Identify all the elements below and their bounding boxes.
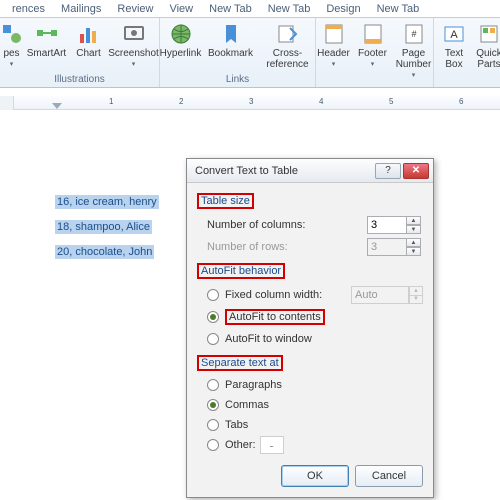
header-button[interactable]: Header▾ — [315, 20, 353, 70]
ribbon-tabs: rences Mailings Review View New Tab New … — [0, 0, 500, 18]
other-label: Other: — [225, 439, 256, 451]
num-rows-input — [367, 238, 407, 256]
autofit-contents-label: AutoFit to contents — [225, 309, 325, 325]
convert-text-to-table-dialog: Convert Text to Table ? ✕ Table size Num… — [186, 158, 434, 498]
section-separate: Separate text at — [197, 355, 283, 371]
tab-newtab-3[interactable]: New Tab — [369, 1, 428, 17]
selected-line: 20, chocolate, John — [55, 245, 154, 259]
svg-text:A: A — [450, 29, 458, 41]
tab-newtab-2[interactable]: New Tab — [260, 1, 319, 17]
screenshot-button[interactable]: Screenshot▾ — [109, 20, 159, 70]
chart-icon — [77, 22, 101, 46]
autofit-window-label: AutoFit to window — [225, 333, 423, 345]
radio-autofit-window[interactable] — [207, 333, 219, 345]
fixed-width-value: Auto — [351, 286, 409, 304]
dialog-titlebar[interactable]: Convert Text to Table ? ✕ — [187, 159, 433, 183]
fixed-width-label: Fixed column width: — [225, 289, 347, 301]
screenshot-icon — [122, 22, 146, 46]
tab-review[interactable]: Review — [109, 1, 161, 17]
cancel-button[interactable]: Cancel — [355, 465, 423, 487]
group-links: Hyperlink Bookmark Cross-reference Links — [160, 18, 316, 87]
selected-text[interactable]: 16, ice cream, henry 18, shampoo, Alice … — [55, 195, 175, 270]
group-text: A Text Box Quick Parts A Wo — [434, 18, 500, 87]
bookmark-button[interactable]: Bookmark — [207, 20, 255, 61]
num-rows-spinner: ▲▼ — [367, 238, 423, 256]
tab-view[interactable]: View — [161, 1, 201, 17]
other-input[interactable] — [260, 436, 284, 454]
tab-mailings[interactable]: Mailings — [53, 1, 109, 17]
num-columns-label: Number of columns: — [207, 219, 367, 231]
smartart-icon — [35, 22, 59, 46]
selected-line: 16, ice cream, henry — [55, 195, 159, 209]
num-rows-label: Number of rows: — [207, 241, 367, 253]
crossref-icon — [276, 22, 300, 46]
radio-other[interactable] — [207, 439, 219, 451]
bookmark-icon — [219, 22, 243, 46]
help-button[interactable]: ? — [375, 163, 401, 179]
radio-commas[interactable] — [207, 399, 219, 411]
ruler: 1 2 3 4 5 6 — [0, 96, 500, 110]
chart-button[interactable]: Chart — [71, 20, 107, 61]
header-icon — [322, 22, 346, 46]
section-autofit: AutoFit behavior — [197, 263, 285, 279]
tab-design[interactable]: Design — [318, 1, 368, 17]
selected-line: 18, shampoo, Alice — [55, 220, 152, 234]
spin-up-icon[interactable]: ▲ — [407, 216, 421, 225]
footer-icon — [361, 22, 385, 46]
crossref-button[interactable]: Cross-reference — [257, 20, 319, 72]
tab-references[interactable]: rences — [4, 1, 53, 17]
radio-autofit-contents[interactable] — [207, 311, 219, 323]
radio-tabs[interactable] — [207, 419, 219, 431]
textbox-icon: A — [442, 22, 466, 46]
svg-text:#: # — [411, 29, 416, 39]
shapes-icon — [0, 22, 24, 46]
hyperlink-icon — [169, 22, 193, 46]
commas-label: Commas — [225, 399, 269, 411]
spin-down-icon[interactable]: ▼ — [407, 225, 421, 234]
num-columns-input[interactable] — [367, 216, 407, 234]
quickparts-button[interactable]: Quick Parts — [472, 20, 500, 72]
dialog-title: Convert Text to Table — [195, 165, 373, 177]
pagenum-button[interactable]: # Page Number▾ — [393, 20, 435, 81]
footer-button[interactable]: Footer▾ — [355, 20, 391, 70]
radio-fixed-width[interactable] — [207, 289, 219, 301]
tabs-label: Tabs — [225, 419, 248, 431]
shapes-button[interactable]: pes▾ — [1, 20, 23, 70]
textbox-button[interactable]: A Text Box — [438, 20, 470, 72]
quickparts-icon — [477, 22, 500, 46]
close-button[interactable]: ✕ — [403, 163, 429, 179]
ok-button[interactable]: OK — [281, 465, 349, 487]
group-illustrations: pes▾ SmartArt Chart Screenshot▾ Illustra… — [0, 18, 160, 87]
num-columns-spinner[interactable]: ▲▼ — [367, 216, 423, 234]
tab-newtab-1[interactable]: New Tab — [201, 1, 260, 17]
margin-indicator[interactable] — [52, 103, 62, 109]
smartart-button[interactable]: SmartArt — [25, 20, 69, 61]
hyperlink-button[interactable]: Hyperlink — [157, 20, 205, 61]
section-table-size: Table size — [197, 193, 254, 209]
pagenum-icon: # — [402, 22, 426, 46]
group-headerfooter: Header▾ Footer▾ # Page Number▾ — [316, 18, 434, 87]
paragraphs-label: Paragraphs — [225, 379, 282, 391]
ribbon: pes▾ SmartArt Chart Screenshot▾ Illustra… — [0, 18, 500, 88]
radio-paragraphs[interactable] — [207, 379, 219, 391]
